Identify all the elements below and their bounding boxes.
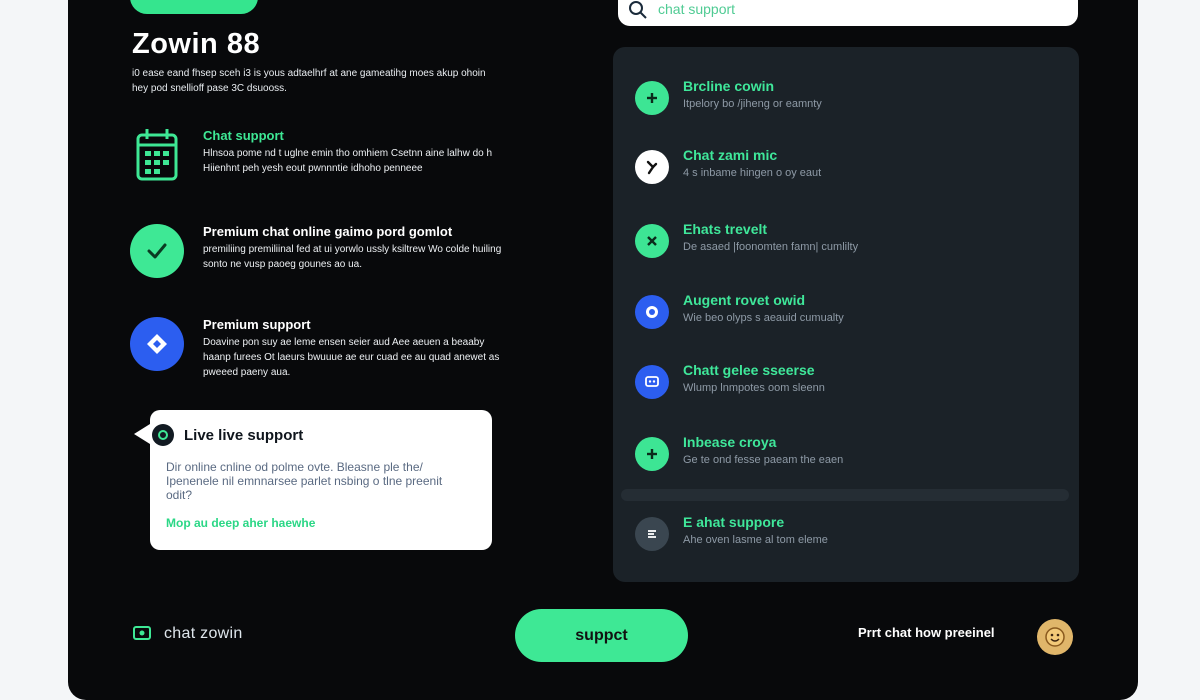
smiley-icon xyxy=(1045,627,1065,647)
chat-icon xyxy=(635,365,669,399)
panel-item-sub: De asaed |foonomten famn| cumlilty xyxy=(683,241,859,253)
search-input[interactable] xyxy=(658,0,1058,20)
live-support-bubble[interactable]: Live live support Dir online cnline od p… xyxy=(134,410,492,550)
panel-item-sub: 4 s inbame hingen o oy eaut xyxy=(683,167,822,179)
panel-item[interactable]: Augent rovet owid Wie beo olyps s aeauid… xyxy=(635,292,1065,343)
shield-icon xyxy=(635,295,669,329)
panel-item-sub: Itpelory bo /jiheng or eamnty xyxy=(683,98,822,110)
panel-item-sub: Ge te ond fesse paeam the eaen xyxy=(683,454,844,466)
panel-item[interactable]: Brcline cowin Itpelory bo /jiheng or eam… xyxy=(635,78,1065,129)
panel-item[interactable]: Chat zami mic 4 s inbame hingen o oy eau… xyxy=(635,147,1065,198)
panel-divider xyxy=(621,489,1069,501)
intro-text: i0 ease eand fhsep sceh i3 is yous adtae… xyxy=(132,68,486,94)
panel-item-title: Chatt gelee sseerse xyxy=(683,362,815,378)
footer-brand-link[interactable]: chat zowin xyxy=(132,625,243,643)
panel-item-title: Inbease croya xyxy=(683,434,777,450)
footer-left-label: chat zowin xyxy=(164,625,243,642)
panel-item-title: Ehats trevelt xyxy=(683,221,768,237)
feature-desc: Doavine pon suy ae leme ensen seier aud … xyxy=(203,337,500,378)
panel-item-sub: Wie beo olyps s aeauid cumualty xyxy=(683,312,844,324)
search-icon xyxy=(629,1,647,19)
calendar-icon xyxy=(130,128,184,182)
panel-item-sub: Wlump lnmpotes oom sleenn xyxy=(683,382,825,394)
panel-item-sub: Ahe oven lasme al tom eleme xyxy=(683,534,828,546)
diamond-icon xyxy=(130,317,184,371)
brand-title: Zowin 88 xyxy=(132,28,261,60)
panel-item-title: Augent rovet owid xyxy=(683,292,806,308)
bubble-text: Dir online cnline od polme ovte. Bleasne… xyxy=(166,460,443,502)
search-bar[interactable] xyxy=(618,0,1078,26)
check-icon xyxy=(130,224,184,278)
feature-desc: Hlnsoa pome nd t uglne emin tho omhiem C… xyxy=(203,148,493,174)
panel-item[interactable]: Chatt gelee sseerse Wlump lnmpotes oom s… xyxy=(635,362,1065,413)
feature-desc: premiliing premiliinal fed at ui yorwlo … xyxy=(203,244,502,270)
live-dot-icon xyxy=(152,424,174,446)
menu-icon xyxy=(635,517,669,551)
bubble-header: Live live support xyxy=(152,424,303,446)
panel-item-title: E ahat suppore xyxy=(683,514,785,530)
app-frame: Zowin 88 i0 ease eand fhsep sceh i3 is y… xyxy=(68,0,1138,700)
plus-icon xyxy=(635,81,669,115)
panel-item[interactable]: Inbease croya Ge te ond fesse paeam the … xyxy=(635,434,1065,485)
bolt-icon xyxy=(635,150,669,184)
chat-bubble-icon xyxy=(133,626,151,640)
panel-item[interactable]: E ahat suppore Ahe oven lasme al tom ele… xyxy=(635,514,1065,565)
bubble-link[interactable]: Mop au deep aher haewhe xyxy=(166,516,315,530)
footer-right-label[interactable]: Prrt chat how preeinel xyxy=(858,625,995,640)
plus-icon xyxy=(635,437,669,471)
panel-item-title: Brcline cowin xyxy=(683,78,775,94)
support-button[interactable]: suppct xyxy=(515,609,688,662)
avatar[interactable] xyxy=(1037,619,1073,655)
cross-icon xyxy=(635,224,669,258)
panel-item[interactable]: Ehats trevelt De asaed |foonomten famn| … xyxy=(635,221,1065,272)
top-pill-button[interactable] xyxy=(130,0,258,14)
bubble-title: Live live support xyxy=(184,426,304,444)
feature-title: Premium chat online gaimo pord gomlot xyxy=(203,224,453,239)
feature-title: Premium support xyxy=(203,317,311,332)
feature-title: Chat support xyxy=(203,128,284,143)
support-options-panel: Brcline cowin Itpelory bo /jiheng or eam… xyxy=(613,47,1079,582)
panel-item-title: Chat zami mic xyxy=(683,147,778,163)
